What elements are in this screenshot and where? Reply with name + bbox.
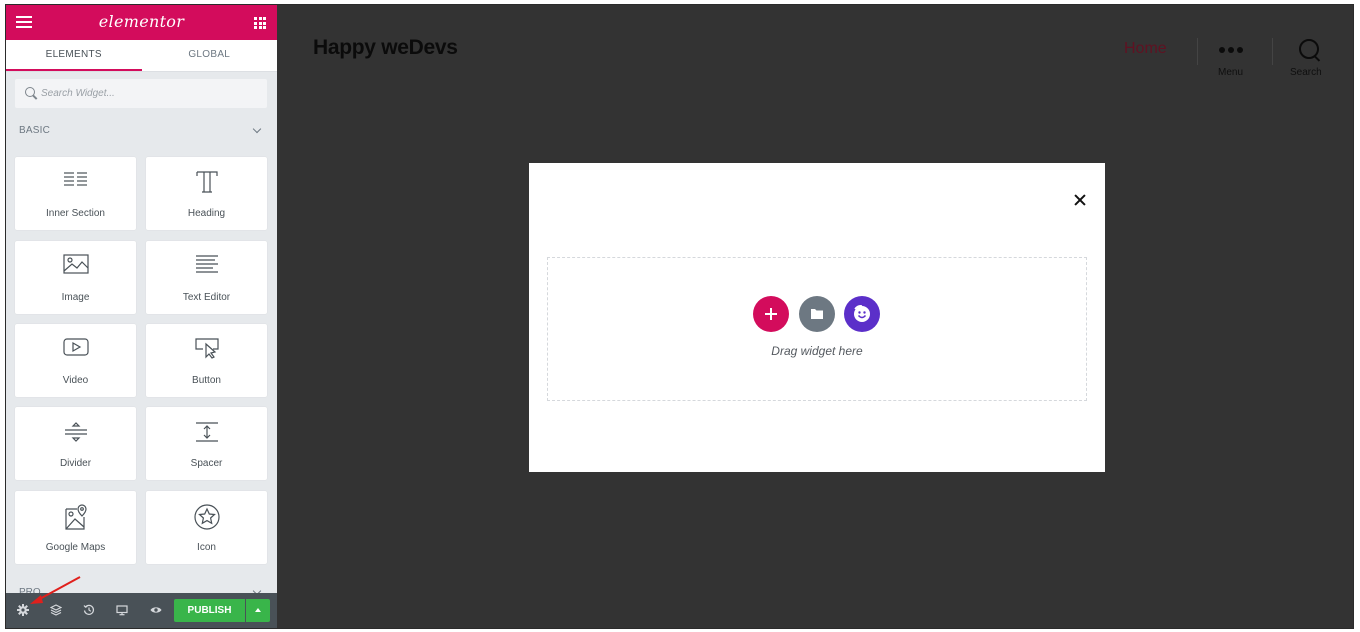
icon-widget-icon bbox=[146, 503, 267, 531]
button-icon bbox=[146, 336, 267, 364]
nav-divider bbox=[1272, 38, 1273, 65]
widget-label: Divider bbox=[59, 458, 92, 469]
widget-heading[interactable]: Heading bbox=[146, 157, 267, 230]
widget-google-maps[interactable]: Google Maps bbox=[15, 491, 136, 564]
page-preview: Happy weDevs Home Menu Search Drag widge… bbox=[277, 5, 1353, 628]
menu-label[interactable]: Menu bbox=[1218, 67, 1243, 78]
video-icon bbox=[15, 336, 136, 364]
widget-label: Heading bbox=[187, 208, 226, 219]
image-icon bbox=[15, 253, 136, 281]
widget-icon[interactable]: Icon bbox=[146, 491, 267, 564]
widget-label: Button bbox=[192, 375, 221, 386]
elementor-logo: elementor bbox=[98, 12, 185, 31]
add-template-button[interactable] bbox=[799, 296, 835, 332]
site-title[interactable]: Happy weDevs bbox=[313, 36, 458, 60]
google-maps-icon bbox=[15, 503, 136, 531]
widget-inner-section[interactable]: Inner Section bbox=[15, 157, 136, 230]
widget-spacer[interactable]: Spacer bbox=[146, 407, 267, 480]
happy-face-icon bbox=[854, 305, 870, 322]
drag-widget-hint: Drag widget here bbox=[771, 344, 863, 358]
widget-label: Icon bbox=[197, 542, 216, 553]
text-editor-icon bbox=[146, 253, 267, 281]
popup-modal: Drag widget here bbox=[529, 163, 1105, 472]
empty-section-dropzone[interactable]: Drag widget here bbox=[547, 257, 1087, 401]
heading-icon bbox=[146, 169, 267, 197]
folder-icon bbox=[811, 309, 823, 319]
publish-button[interactable]: PUBLISH bbox=[174, 599, 245, 622]
widget-text-editor[interactable]: Text Editor bbox=[146, 241, 267, 314]
chevron-down-icon[interactable] bbox=[252, 124, 262, 134]
inner-section-icon bbox=[15, 169, 136, 197]
add-section-button[interactable] bbox=[753, 296, 789, 332]
responsive-mode-icon[interactable] bbox=[116, 604, 128, 616]
widget-label: Google Maps bbox=[45, 542, 106, 553]
divider-icon bbox=[15, 419, 136, 447]
menu-dots-icon[interactable] bbox=[1219, 47, 1243, 53]
plus-icon bbox=[765, 308, 777, 320]
widget-image[interactable]: Image bbox=[15, 241, 136, 314]
search-icon[interactable] bbox=[1299, 39, 1319, 59]
close-icon[interactable] bbox=[1073, 193, 1087, 207]
nav-divider bbox=[1197, 38, 1198, 65]
tab-elements[interactable]: ELEMENTS bbox=[6, 40, 142, 71]
search-label[interactable]: Search bbox=[1290, 67, 1322, 78]
tab-global[interactable]: GLOBAL bbox=[142, 40, 278, 71]
widget-label: Spacer bbox=[190, 458, 223, 469]
spacer-icon bbox=[146, 419, 267, 447]
widget-label: Inner Section bbox=[46, 208, 105, 219]
category-basic-label[interactable]: BASIC bbox=[19, 125, 50, 136]
widget-search bbox=[15, 79, 267, 108]
happy-addons-button[interactable] bbox=[844, 296, 880, 332]
widget-label: Text Editor bbox=[182, 292, 231, 303]
search-widget-input[interactable] bbox=[41, 79, 256, 108]
editor-window: elementor ELEMENTS GLOBAL BASIC bbox=[5, 4, 1354, 629]
red-annotation-arrow-icon bbox=[30, 576, 81, 604]
widget-button[interactable]: Button bbox=[146, 324, 267, 397]
widget-label: Image bbox=[61, 292, 90, 303]
widget-video[interactable]: Video bbox=[15, 324, 136, 397]
preview-eye-icon[interactable] bbox=[150, 604, 162, 616]
widget-label: Video bbox=[62, 375, 89, 386]
panel-header: elementor bbox=[6, 5, 277, 40]
elementor-panel: elementor ELEMENTS GLOBAL BASIC bbox=[6, 5, 277, 628]
widget-divider[interactable]: Divider bbox=[15, 407, 136, 480]
publish-options-arrow-icon[interactable] bbox=[246, 599, 270, 622]
panel-tabs: ELEMENTS GLOBAL bbox=[6, 40, 277, 72]
search-icon bbox=[25, 87, 35, 97]
widgets-grid-icon[interactable] bbox=[254, 17, 266, 29]
nav-link-home[interactable]: Home bbox=[1124, 40, 1167, 58]
